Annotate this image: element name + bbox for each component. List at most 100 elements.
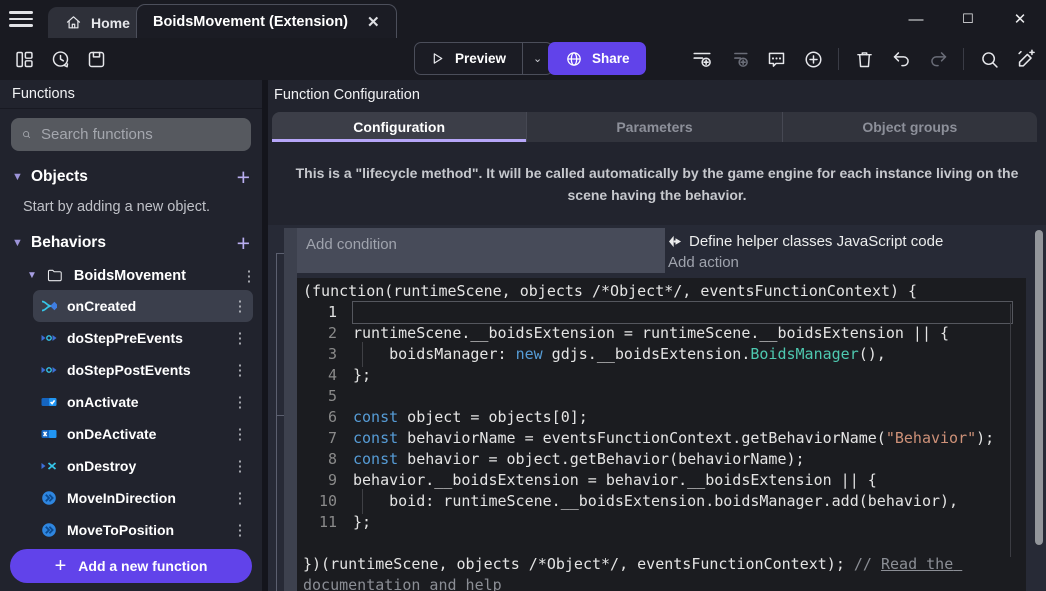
collapse-caret-icon[interactable]: ▼ (27, 270, 37, 281)
collapse-caret-icon[interactable]: ▼ (12, 237, 22, 249)
code-line[interactable]: 2runtimeScene.__boidsExtension = runtime… (297, 323, 1026, 344)
function-item-oncreated[interactable]: onCreated ⋮ (33, 290, 253, 322)
main-menu-icon[interactable] (9, 11, 33, 27)
add-behavior-button[interactable]: + (237, 233, 250, 253)
line-number: 10 (297, 491, 337, 512)
add-condition-button[interactable]: Add condition (297, 228, 665, 253)
deactivate-icon (41, 426, 57, 442)
js-code-event-title[interactable]: Define helper classes JavaScript code (668, 228, 1026, 250)
save-icon[interactable] (84, 47, 108, 71)
kebab-menu-icon[interactable]: ⋮ (227, 425, 253, 443)
objects-empty-text: Start by adding a new object. (0, 195, 262, 225)
code-line[interactable]: 9behavior.__boidsExtension = behavior.__… (297, 470, 1026, 491)
active-tab-label: BoidsMovement (Extension) (153, 14, 348, 30)
kebab-menu-icon[interactable]: ⋮ (227, 457, 253, 475)
code-lines[interactable]: 12runtimeScene.__boidsExtension = runtim… (297, 302, 1026, 533)
code-footer-text: })(runtimeScene, objects /*Object*/, eve… (303, 555, 854, 573)
event-drag-handle[interactable] (284, 228, 297, 591)
add-circle-icon[interactable] (801, 47, 825, 71)
ai-edit-icon[interactable] (1014, 47, 1038, 71)
add-object-button[interactable]: + (237, 167, 250, 187)
share-button[interactable]: Share (548, 42, 646, 75)
search-functions-box[interactable] (11, 118, 251, 151)
function-item-ondestroy[interactable]: onDestroy ⋮ (33, 450, 253, 482)
function-item-ondeactivate[interactable]: onDeActivate ⋮ (33, 418, 253, 450)
code-line[interactable]: 6const object = objects[0]; (297, 407, 1026, 428)
function-item-dosteppreevents[interactable]: doStepPreEvents ⋮ (33, 322, 253, 354)
code-footer-line: })(runtimeScene, objects /*Object*/, eve… (297, 554, 1026, 591)
add-subevent-icon[interactable] (727, 47, 751, 71)
home-icon (64, 14, 82, 32)
step-events-icon (41, 362, 57, 378)
function-item-moveindirection[interactable]: MoveInDirection ⋮ (33, 482, 253, 514)
line-number: 7 (297, 428, 337, 449)
tab-object-groups[interactable]: Object groups (783, 112, 1037, 142)
sidebar-title: Functions (0, 80, 262, 109)
code-line[interactable]: 8const behavior = object.getBehavior(beh… (297, 449, 1026, 470)
delete-icon[interactable] (852, 47, 876, 71)
kebab-menu-icon[interactable]: ⋮ (227, 393, 253, 411)
step-events-icon (41, 330, 57, 346)
toolbar-divider (838, 48, 839, 70)
line-number: 5 (297, 386, 337, 407)
history-icon[interactable] (48, 47, 72, 71)
close-button[interactable]: ✕ (994, 10, 1046, 28)
toolbar: Preview ⌄ Share (0, 38, 1046, 80)
line-number: 11 (297, 512, 337, 533)
tab-close-icon[interactable]: ✕ (367, 13, 380, 31)
kebab-menu-icon[interactable]: ⋮ (227, 361, 253, 379)
js-code-editor[interactable]: (function(runtimeScene, objects /*Object… (297, 278, 1026, 591)
function-item-dosteppostevents[interactable]: doStepPostEvents ⋮ (33, 354, 253, 386)
line-number: 8 (297, 449, 337, 470)
tab-boidsmovement[interactable]: BoidsMovement (Extension) ✕ (136, 4, 397, 38)
share-label: Share (592, 51, 630, 66)
search-icon[interactable] (977, 47, 1001, 71)
add-event-icon[interactable] (690, 47, 714, 71)
vertical-scrollbar[interactable] (1035, 230, 1043, 545)
add-new-function-button[interactable]: + Add a new function (10, 549, 252, 583)
play-icon (428, 50, 446, 68)
objects-section-header: ▼ Objects + (0, 159, 262, 195)
conditions-column[interactable]: Add condition (297, 228, 665, 273)
action-function-icon (41, 490, 57, 506)
titlebar: Home BoidsMovement (Extension) ✕ — ☐ ✕ (0, 0, 1046, 38)
folder-icon (46, 267, 63, 284)
behavior-folder-row[interactable]: ▼ BoidsMovement ⋮ (0, 261, 262, 290)
action-function-icon (41, 522, 57, 538)
behaviors-section-label: Behaviors (31, 234, 228, 252)
code-line[interactable]: 7const behaviorName = eventsFunctionCont… (297, 428, 1026, 449)
actions-column: Define helper classes JavaScript code Ad… (668, 228, 1026, 273)
tab-home[interactable]: Home (48, 7, 146, 38)
kebab-menu-icon[interactable]: ⋮ (227, 521, 253, 539)
function-item-onactivate[interactable]: onActivate ⋮ (33, 386, 253, 418)
add-action-button[interactable]: Add action (668, 254, 1026, 271)
redo-icon[interactable] (926, 47, 950, 71)
preview-label: Preview (455, 51, 506, 66)
function-item-movetoposition[interactable]: MoveToPosition ⋮ (33, 514, 253, 546)
code-line[interactable]: 1 (297, 302, 1026, 323)
project-manager-icon[interactable] (12, 47, 36, 71)
code-line[interactable]: 10 boid: runtimeScene.__boidsExtension.b… (297, 491, 1026, 512)
kebab-menu-icon[interactable]: ⋮ (236, 267, 262, 285)
code-line[interactable]: 4}; (297, 365, 1026, 386)
undo-icon[interactable] (889, 47, 913, 71)
preview-button[interactable]: Preview ⌄ (414, 42, 553, 75)
search-functions-input[interactable] (41, 126, 240, 143)
minimize-button[interactable]: — (890, 11, 942, 28)
code-line[interactable]: 5 (297, 386, 1026, 407)
panel-title: Function Configuration (268, 80, 1046, 110)
code-line[interactable]: 11}; (297, 512, 1026, 533)
tab-parameters[interactable]: Parameters (527, 112, 782, 142)
code-line[interactable]: 3 boidsManager: new gdjs.__boidsExtensio… (297, 344, 1026, 365)
tab-configuration[interactable]: Configuration (272, 112, 527, 142)
collapse-caret-icon[interactable]: ▼ (12, 171, 22, 183)
maximize-button[interactable]: ☐ (942, 11, 994, 27)
add-comment-icon[interactable] (764, 47, 788, 71)
editor-right-rule (1010, 304, 1011, 557)
oncreated-icon (41, 298, 57, 314)
toolbar-divider (963, 48, 964, 70)
kebab-menu-icon[interactable]: ⋮ (227, 489, 253, 507)
kebab-menu-icon[interactable]: ⋮ (227, 329, 253, 347)
kebab-menu-icon[interactable]: ⋮ (227, 297, 253, 315)
line-number: 6 (297, 407, 337, 428)
